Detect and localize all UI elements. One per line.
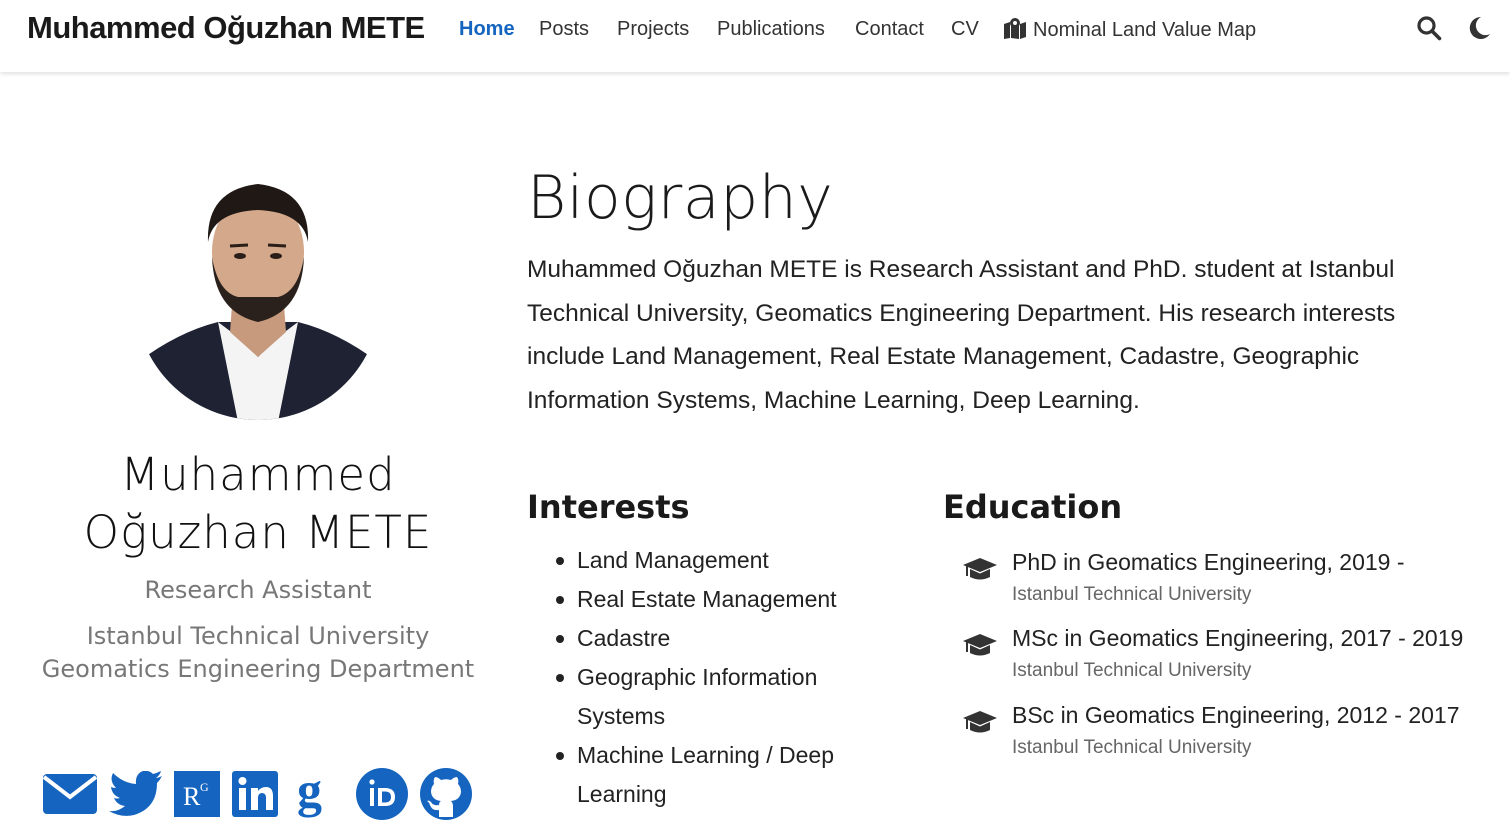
education-title: Education xyxy=(943,488,1123,526)
site-brand[interactable]: Muhammed Oğuzhan METE xyxy=(27,10,425,46)
interests-list: Land Management Real Estate Management C… xyxy=(553,541,873,814)
graduation-cap-icon xyxy=(963,558,997,580)
email-icon[interactable] xyxy=(42,768,98,820)
nav-posts[interactable]: Posts xyxy=(539,17,589,41)
profile-organization: Istanbul Technical University Geomatics … xyxy=(41,622,475,683)
education-institution: Istanbul Technical University xyxy=(1012,660,1252,681)
svg-text:g: g xyxy=(297,769,322,818)
education-institution: Istanbul Technical University xyxy=(1012,584,1252,605)
profile-name: Muhammed Oğuzhan METE xyxy=(83,448,433,559)
nav-projects[interactable]: Projects xyxy=(617,17,689,41)
list-item: Cadastre xyxy=(553,619,873,658)
map-marked-icon xyxy=(1004,18,1026,39)
list-item: Machine Learning / Deep Learning xyxy=(553,736,873,814)
education-degree: BSc in Geomatics Engineering, 2012 - 201… xyxy=(1012,702,1460,728)
svg-text:R: R xyxy=(183,782,201,811)
nav-contact[interactable]: Contact xyxy=(855,17,924,41)
biography-title: Biography xyxy=(527,163,834,233)
nav-home[interactable]: Home xyxy=(459,17,515,41)
list-item: Real Estate Management xyxy=(553,580,873,619)
orcid-icon[interactable] xyxy=(356,768,408,820)
svg-text:G: G xyxy=(200,780,209,794)
nav-land-value-map-label: Nominal Land Value Map xyxy=(1033,19,1257,41)
avatar xyxy=(138,174,378,420)
interests-title: Interests xyxy=(527,488,690,526)
researchgate-icon[interactable]: R G xyxy=(174,768,220,820)
education-degree: MSc in Geomatics Engineering, 2017 - 201… xyxy=(1012,625,1464,651)
list-item: Land Management xyxy=(553,541,873,580)
dark-mode-toggle-icon[interactable] xyxy=(1466,15,1492,41)
github-icon[interactable] xyxy=(420,768,472,820)
profile-role: Research Assistant xyxy=(144,576,372,604)
education-degree: PhD in Geomatics Engineering, 2019 - xyxy=(1012,549,1405,575)
nav-publications[interactable]: Publications xyxy=(717,17,825,41)
list-item: Geographic Information Systems xyxy=(553,658,873,736)
search-icon[interactable] xyxy=(1416,15,1442,41)
nav-land-value-map[interactable]: Nominal Land Value Map xyxy=(1003,17,1256,42)
linkedin-icon[interactable] xyxy=(232,768,278,820)
education-institution: Istanbul Technical University xyxy=(1012,737,1252,758)
biography-text: Muhammed Oğuzhan METE is Research Assist… xyxy=(527,256,1396,414)
graduation-cap-icon xyxy=(963,711,997,733)
nav-cv[interactable]: CV xyxy=(951,17,979,41)
google-scholar-icon[interactable]: g xyxy=(292,768,338,820)
twitter-icon[interactable] xyxy=(108,768,164,820)
graduation-cap-icon xyxy=(963,634,997,656)
navbar: Muhammed Oğuzhan METE Home Posts Project… xyxy=(0,0,1510,72)
